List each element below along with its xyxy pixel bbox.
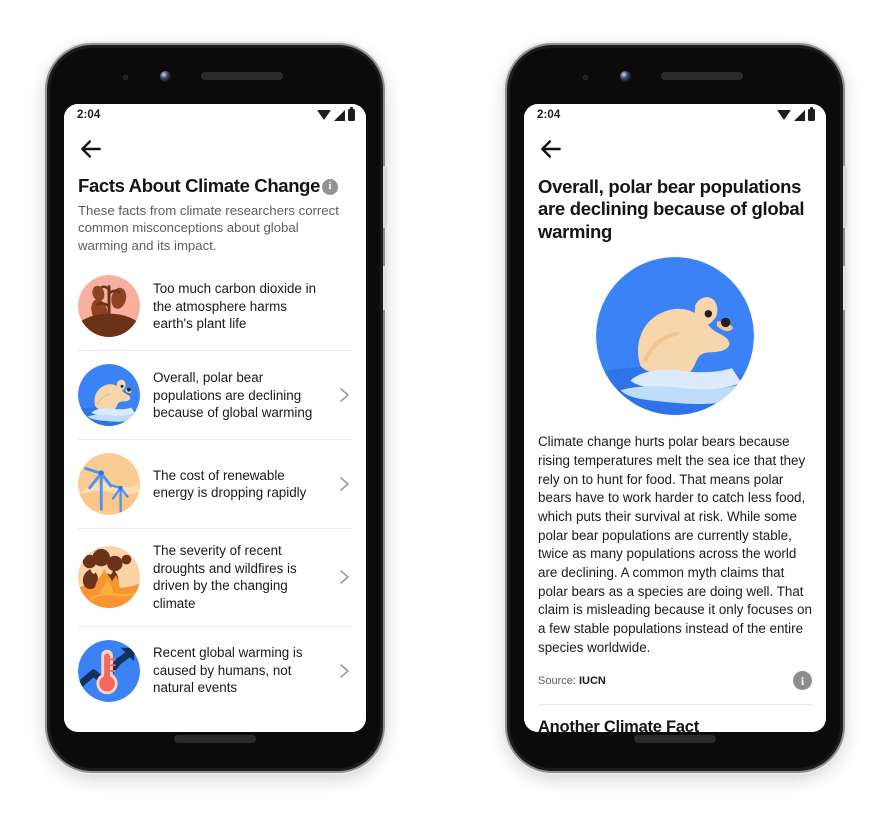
list-item-label: Too much carbon dioxide in the atmospher…: [153, 281, 317, 332]
sensor-dot-icon: [123, 75, 128, 80]
chevron-right-icon[interactable]: [336, 662, 352, 680]
source-label: Source: IUCN: [538, 675, 606, 687]
power-button[interactable]: [843, 166, 847, 228]
wildfire-icon: [78, 546, 140, 609]
source-name: IUCN: [578, 674, 606, 687]
list-screen-content: Facts About Climate Change i These facts…: [64, 172, 366, 732]
status-clock: 2:04: [537, 109, 561, 121]
section-divider: [538, 704, 812, 706]
phone-device-right: 2:04 Overall, polar bear populations are…: [510, 48, 847, 768]
back-arrow-icon[interactable]: [78, 136, 104, 162]
front-camera-icon: [160, 71, 171, 82]
phone-top-bezel-right: [510, 48, 840, 104]
list-item-label: Recent global warming is caused by human…: [153, 645, 303, 696]
sensor-dot-icon: [583, 75, 588, 80]
phone-device-left: 2:04 Facts About Climate Change i These …: [50, 48, 387, 768]
chevron-right-icon[interactable]: [336, 386, 352, 404]
signal-icon: [794, 109, 805, 121]
list-item[interactable]: The severity of recent droughts and wild…: [78, 528, 352, 625]
signal-icon: [334, 109, 345, 121]
status-clock: 2:04: [77, 109, 101, 121]
phone-screen-left: 2:04 Facts About Climate Change i These …: [64, 104, 366, 732]
polar-bear-icon: [596, 257, 754, 416]
screenshot-stage: 2:04 Facts About Climate Change i These …: [0, 0, 890, 816]
list-item[interactable]: Overall, polar bear populations are decl…: [78, 350, 352, 439]
volume-button[interactable]: [383, 266, 387, 310]
detail-screen-content: Overall, polar bear populations are decl…: [524, 172, 826, 732]
chevron-right-icon[interactable]: [336, 568, 352, 586]
list-item-label: Overall, polar bear populations are decl…: [153, 370, 313, 421]
status-bar-right: 2:04: [524, 104, 826, 126]
chevron-right-icon[interactable]: [336, 475, 352, 493]
back-arrow-icon[interactable]: [538, 136, 564, 162]
list-item-label: The severity of recent droughts and wild…: [153, 543, 297, 611]
list-item[interactable]: The cost of renewable energy is dropping…: [78, 439, 352, 528]
thermometer-rising-icon: [78, 639, 140, 702]
wifi-icon: [317, 110, 331, 120]
list-item[interactable]: Too much carbon dioxide in the atmospher…: [78, 266, 352, 350]
page-title: Facts About Climate Change: [78, 175, 321, 196]
detail-body-text: Climate change hurts polar bears because…: [538, 434, 812, 655]
list-item[interactable]: Recent global warming is caused by human…: [78, 625, 352, 715]
power-button[interactable]: [383, 166, 387, 228]
list-item-label: The cost of renewable energy is dropping…: [153, 467, 307, 501]
status-icon-group: [317, 107, 355, 121]
wilting-plant-icon: [78, 275, 140, 338]
battery-icon: [808, 107, 815, 121]
source-row: Source: IUCN i: [538, 671, 812, 691]
bottom-speaker-grill: [634, 735, 716, 743]
fact-list: Too much carbon dioxide in the atmospher…: [78, 266, 352, 714]
app-bar-left: [64, 126, 366, 172]
detail-title: Overall, polar bear populations are decl…: [538, 176, 805, 242]
page-subtitle: These facts from climate researchers cor…: [78, 202, 339, 253]
front-camera-icon: [620, 71, 631, 82]
battery-icon: [348, 107, 355, 121]
bottom-speaker-grill: [174, 735, 256, 743]
polar-bear-icon: [78, 364, 140, 427]
app-bar-right: [524, 126, 826, 172]
status-icon-group: [777, 107, 815, 121]
volume-button[interactable]: [843, 266, 847, 310]
phone-screen-right: 2:04 Overall, polar bear populations are…: [524, 104, 826, 732]
earpiece-speaker: [201, 72, 283, 80]
info-icon[interactable]: i: [793, 671, 812, 691]
wind-turbine-icon: [78, 453, 140, 516]
info-icon[interactable]: i: [322, 178, 339, 195]
next-section-heading: Another Climate Fact: [538, 718, 699, 732]
earpiece-speaker: [661, 72, 743, 80]
wifi-icon: [777, 110, 791, 120]
status-bar-left: 2:04: [64, 104, 366, 126]
page-title-row: Facts About Climate Change i: [78, 175, 352, 197]
phone-top-bezel-left: [50, 48, 380, 104]
source-prefix: Source:: [538, 674, 576, 687]
